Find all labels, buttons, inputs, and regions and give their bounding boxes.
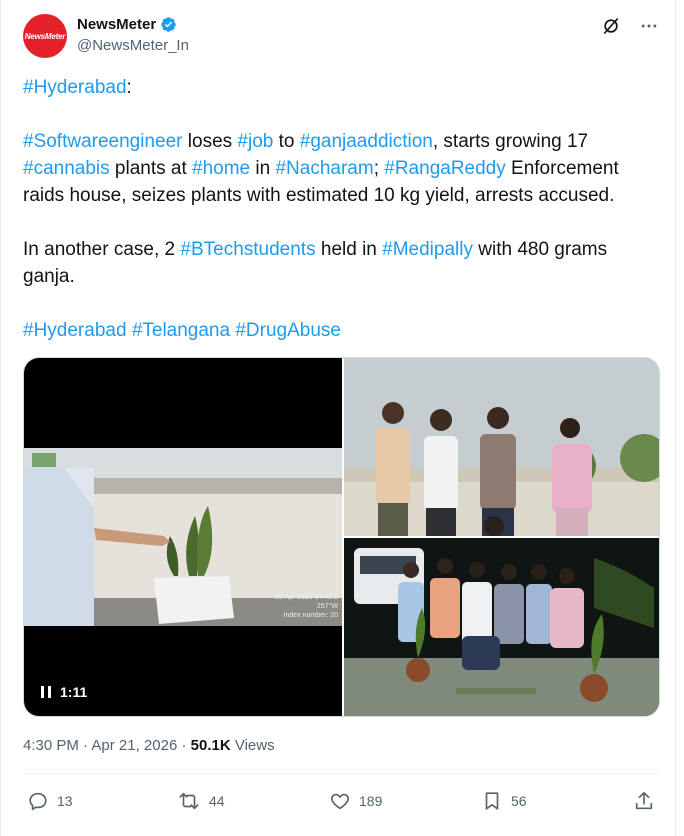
repost-button[interactable]: 44 [177, 790, 225, 812]
hashtag-link[interactable]: #cannabis [23, 158, 110, 179]
post-text-fragment: loses [182, 131, 238, 152]
grok-icon[interactable] [601, 16, 621, 36]
post-text-fragment: , starts growing 17 [432, 131, 589, 152]
hashtag-link[interactable]: #DrugAbuse [235, 320, 341, 341]
post-paragraph-second: In another case, 2 #BTechstudents held i… [23, 236, 659, 290]
post-line-location: #Hyderabad: [23, 74, 659, 101]
reply-count: 13 [57, 793, 73, 809]
divider [23, 773, 659, 774]
video-timestamp-overlay: 20 Apr 2026 14:42:5 257°W Index number: … [275, 593, 338, 620]
post-text: #Hyderabad: #Softwareengineer loses #job… [23, 74, 659, 371]
post-text-fragment: held in [315, 239, 383, 260]
video-frame: 20 Apr 2026 14:42:5 257°W Index number: … [24, 448, 342, 626]
bookmark-icon [485, 792, 499, 810]
post-text-fragment: plants at [109, 158, 193, 179]
meta-separator: · [181, 737, 187, 754]
views-count: 50.1K [190, 737, 231, 754]
hashtag-link[interactable]: #Nacharam [275, 158, 373, 179]
post-text-fragment: : [126, 77, 132, 98]
author-name[interactable]: NewsMeter [77, 16, 156, 33]
post-card: NewsMeter NewsMeter @NewsMeter_In #Hyder… [0, 0, 676, 836]
hashtag-link[interactable]: #Hyderabad [23, 77, 127, 98]
hashtag-link[interactable]: #ganjaaddiction [300, 131, 433, 152]
like-button[interactable]: 189 [329, 790, 382, 812]
post-text-fragment: ; [373, 158, 385, 179]
stamp-line: Index number: 20 [283, 612, 338, 619]
heart-icon [331, 793, 349, 810]
photo-image [344, 538, 659, 716]
duration-label: 1:11 [60, 684, 88, 700]
author-handle[interactable]: @NewsMeter_In [77, 37, 189, 54]
post-paragraph-main: #Softwareengineer loses #job to #ganjaad… [23, 128, 659, 209]
author-name-row[interactable]: NewsMeter [77, 16, 177, 33]
hashtag-link[interactable]: #Medipally [382, 239, 473, 260]
post-text-fragment: In another case, 2 [23, 239, 181, 260]
avatar-logo-text: NewsMeter [24, 31, 66, 41]
reply-button[interactable]: 13 [27, 790, 73, 812]
hashtag-link[interactable]: #RangaReddy [384, 158, 505, 179]
hashtag-link[interactable]: #job [237, 131, 273, 152]
video-player[interactable]: 20 Apr 2026 14:42:5 257°W Index number: … [24, 358, 342, 716]
repost-icon [179, 792, 199, 810]
hashtag-link[interactable]: #Hyderabad [23, 320, 127, 341]
share-button[interactable] [633, 790, 655, 812]
photo-image [344, 358, 659, 536]
photo-group-daytime[interactable] [344, 358, 659, 536]
bookmark-count: 56 [511, 793, 527, 809]
stamp-line: 257°W [316, 603, 338, 610]
verified-badge-icon [161, 17, 176, 32]
share-icon [635, 791, 653, 810]
hashtag-link[interactable]: #Softwareengineer [23, 131, 183, 152]
post-text-fragment: to [273, 131, 300, 152]
views-label: Views [234, 737, 275, 754]
pause-icon[interactable] [40, 685, 52, 699]
post-time[interactable]: 4:30 PM [23, 737, 79, 754]
meta-separator: · [83, 737, 89, 754]
post-header: NewsMeter NewsMeter @NewsMeter_In [23, 14, 659, 64]
photo-group-night[interactable] [344, 538, 659, 716]
like-count: 189 [359, 793, 383, 809]
post-paragraph-tags: #Hyderabad #Telangana #DrugAbuse [23, 317, 659, 344]
post-meta: 4:30 PM · Apr 21, 2026 · 50.1K Views [23, 737, 275, 754]
bookmark-button[interactable]: 56 [481, 790, 527, 812]
stamp-line: 20 Apr 2026 14:42:5 [274, 594, 338, 601]
hashtag-link[interactable]: #BTechstudents [180, 239, 315, 260]
media-grid: 20 Apr 2026 14:42:5 257°W Index number: … [23, 357, 660, 717]
post-date[interactable]: Apr 21, 2026 [91, 737, 177, 754]
reply-icon [29, 792, 47, 811]
hashtag-link[interactable]: #Telangana [132, 320, 230, 341]
post-text-fragment: in [250, 158, 276, 179]
action-bar: 13 44 189 56 [23, 790, 659, 820]
hashtag-link[interactable]: #home [192, 158, 250, 179]
video-duration[interactable]: 1:11 [40, 684, 87, 700]
more-options-icon[interactable] [639, 16, 659, 36]
avatar[interactable]: NewsMeter [23, 14, 67, 58]
repost-count: 44 [209, 793, 225, 809]
